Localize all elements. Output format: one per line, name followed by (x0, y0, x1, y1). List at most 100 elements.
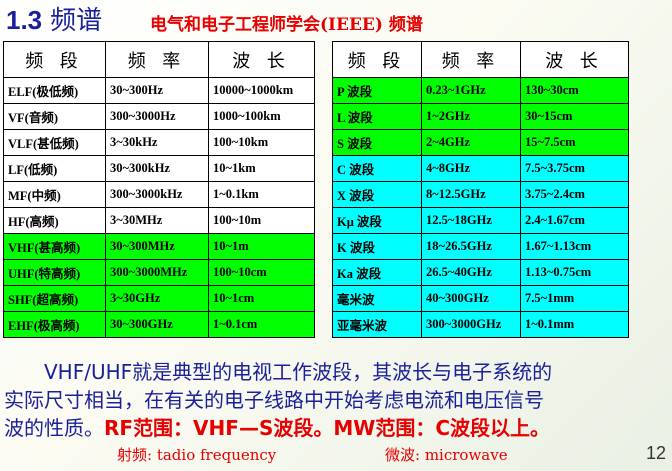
band-cell: VLF(甚低频) (3, 129, 106, 156)
frequency-cell: 300~3000MHz (105, 259, 209, 286)
explanation-paragraph: VHF/UHF就是典型的电视工作波段，其波长与电子系统的 实际尺寸相当，在有关的… (4, 358, 664, 442)
frequency-cell: 3~30kHz (105, 129, 209, 156)
table-row: P 波段 0.23~1GHz 130~30cm (332, 77, 629, 104)
paragraph-line-3: 波的性质。RF范围：VHF—S波段。MW范围：C波段以上。 (4, 414, 664, 442)
page-number: 12 (645, 443, 666, 463)
wavelength-cell: 10~1cm (208, 285, 315, 312)
header-wavelength: 波 长 (208, 41, 315, 78)
band-cell: C 波段 (332, 155, 422, 182)
wavelength-cell: 130~30cm (520, 77, 629, 104)
table-row: VF(音频) 300~3000Hz 1000~100km (3, 103, 315, 130)
header-band: 频 段 (3, 41, 106, 78)
frequency-table-left: 频 段 频 率 波 长 ELF(极低频) 30~300Hz 10000~1000km… (3, 41, 315, 338)
frequency-cell: 26.5~40GHz (421, 259, 521, 286)
rf-definition-label: 射频: tadio frequency (117, 446, 277, 464)
band-cell: VF(音频) (3, 103, 106, 130)
band-cell: MF(中频) (3, 181, 106, 208)
paragraph-line-1: VHF/UHF就是典型的电视工作波段，其波长与电子系统的 (4, 358, 664, 386)
table-row: VLF(甚低频) 3~30kHz 100~10km (3, 129, 315, 156)
table-header-row: 频 段 频 率 波 长 (332, 41, 629, 78)
frequency-cell: 30~300GHz (105, 311, 209, 338)
band-cell: Kμ 波段 (332, 207, 422, 234)
band-cell: HF(高频) (3, 207, 106, 234)
frequency-cell: 3~30GHz (105, 285, 209, 312)
frequency-cell: 0.23~1GHz (421, 77, 521, 104)
frequency-cell: 12.5~18GHz (421, 207, 521, 234)
frequency-cell: 3~30MHz (105, 207, 209, 234)
wavelength-cell: 2.4~1.67cm (520, 207, 629, 234)
table-row: S 波段 2~4GHz 15~7.5cm (332, 129, 629, 156)
table-row: UHF(特高频) 300~3000MHz 100~10cm (3, 259, 315, 286)
band-cell: EHF(极高频) (3, 311, 106, 338)
table-row: C 波段 4~8GHz 7.5~3.75cm (332, 155, 629, 182)
frequency-cell: 300~3000GHz (421, 311, 521, 338)
band-cell: ELF(极低频) (3, 77, 106, 104)
table-row: ELF(极低频) 30~300Hz 10000~1000km (3, 77, 315, 104)
band-cell: 毫米波 (332, 285, 422, 312)
band-cell: X 波段 (332, 181, 422, 208)
wavelength-cell: 10~1m (208, 233, 315, 260)
paragraph-text-3: 波的性质。 (4, 416, 104, 440)
table-row: K 波段 18~26.5GHz 1.67~1.13cm (332, 233, 629, 260)
wavelength-cell: 100~10km (208, 129, 315, 156)
wavelength-cell: 1~0.1km (208, 181, 315, 208)
table-row: VHF(甚高频) 30~300MHz 10~1m (3, 233, 315, 260)
frequency-cell: 18~26.5GHz (421, 233, 521, 260)
band-cell: Ka 波段 (332, 259, 422, 286)
band-cell: P 波段 (332, 77, 422, 104)
mw-range-text: MW范围：C波段以上。 (333, 416, 550, 440)
paragraph-text-1: VHF/UHF就是典型的电视工作波段，其波长与电子系统的 (44, 360, 553, 384)
section-title: 频谱 (50, 6, 103, 36)
table-row: HF(高频) 3~30MHz 100~10m (3, 207, 315, 234)
wavelength-cell: 10000~1000km (208, 77, 315, 104)
frequency-table-right: 频 段 频 率 波 长 P 波段 0.23~1GHz 130~30cm L 波段 1~… (332, 41, 629, 338)
paragraph-line-2: 实际尺寸相当，在有关的电子线路中开始考虑电流和电压信号 (4, 388, 544, 412)
wavelength-cell: 30~15cm (520, 103, 629, 130)
section-number: 1.3 (6, 5, 43, 35)
band-cell: LF(低频) (3, 155, 106, 182)
band-cell: L 波段 (332, 103, 422, 130)
table-row: LF(低频) 30~300kHz 10~1km (3, 155, 315, 182)
wavelength-cell: 7.5~1mm (520, 285, 629, 312)
band-cell: UHF(特高频) (3, 259, 106, 286)
table-row: 亚毫米波 300~3000GHz 1~0.1mm (332, 311, 629, 338)
wavelength-cell: 7.5~3.75cm (520, 155, 629, 182)
band-cell: VHF(甚高频) (3, 233, 106, 260)
table-row: L 波段 1~2GHz 30~15cm (332, 103, 629, 130)
header-frequency: 频 率 (421, 41, 521, 78)
wavelength-cell: 1~0.1cm (208, 311, 315, 338)
frequency-cell: 300~3000Hz (105, 103, 209, 130)
wavelength-cell: 100~10m (208, 207, 315, 234)
header-frequency: 频 率 (105, 41, 209, 78)
frequency-cell: 8~12.5GHz (421, 181, 521, 208)
table-row: 毫米波 40~300GHz 7.5~1mm (332, 285, 629, 312)
band-cell: SHF(超高频) (3, 285, 106, 312)
slide-title: 1.3 频谱 (6, 0, 102, 37)
header-wavelength: 波 长 (520, 41, 629, 78)
wavelength-cell: 1.13~0.75cm (520, 259, 629, 286)
frequency-cell: 30~300kHz (105, 155, 209, 182)
frequency-cell: 40~300GHz (421, 285, 521, 312)
header-band: 频 段 (332, 41, 422, 78)
table-header-row: 频 段 频 率 波 长 (3, 41, 315, 78)
table-row: SHF(超高频) 3~30GHz 10~1cm (3, 285, 315, 312)
table-row: Ka 波段 26.5~40GHz 1.13~0.75cm (332, 259, 629, 286)
band-cell: 亚毫米波 (332, 311, 422, 338)
mw-definition-label: 微波: microwave (385, 446, 508, 464)
wavelength-cell: 1.67~1.13cm (520, 233, 629, 260)
wavelength-cell: 10~1km (208, 155, 315, 182)
wavelength-cell: 15~7.5cm (520, 129, 629, 156)
frequency-cell: 4~8GHz (421, 155, 521, 182)
frequency-cell: 30~300Hz (105, 77, 209, 104)
slide-subtitle: 电气和电子工程师学会(IEEE) 频谱 (150, 15, 423, 35)
table-row: X 波段 8~12.5GHz 3.75~2.4cm (332, 181, 629, 208)
wavelength-cell: 100~10cm (208, 259, 315, 286)
wavelength-cell: 3.75~2.4cm (520, 181, 629, 208)
table-row: Kμ 波段 12.5~18GHz 2.4~1.67cm (332, 207, 629, 234)
wavelength-cell: 1~0.1mm (520, 311, 629, 338)
band-cell: S 波段 (332, 129, 422, 156)
table-row: EHF(极高频) 30~300GHz 1~0.1cm (3, 311, 315, 338)
table-row: MF(中频) 300~3000kHz 1~0.1km (3, 181, 315, 208)
rf-range-text: RF范围：VHF—S波段。 (104, 416, 334, 440)
frequency-cell: 1~2GHz (421, 103, 521, 130)
